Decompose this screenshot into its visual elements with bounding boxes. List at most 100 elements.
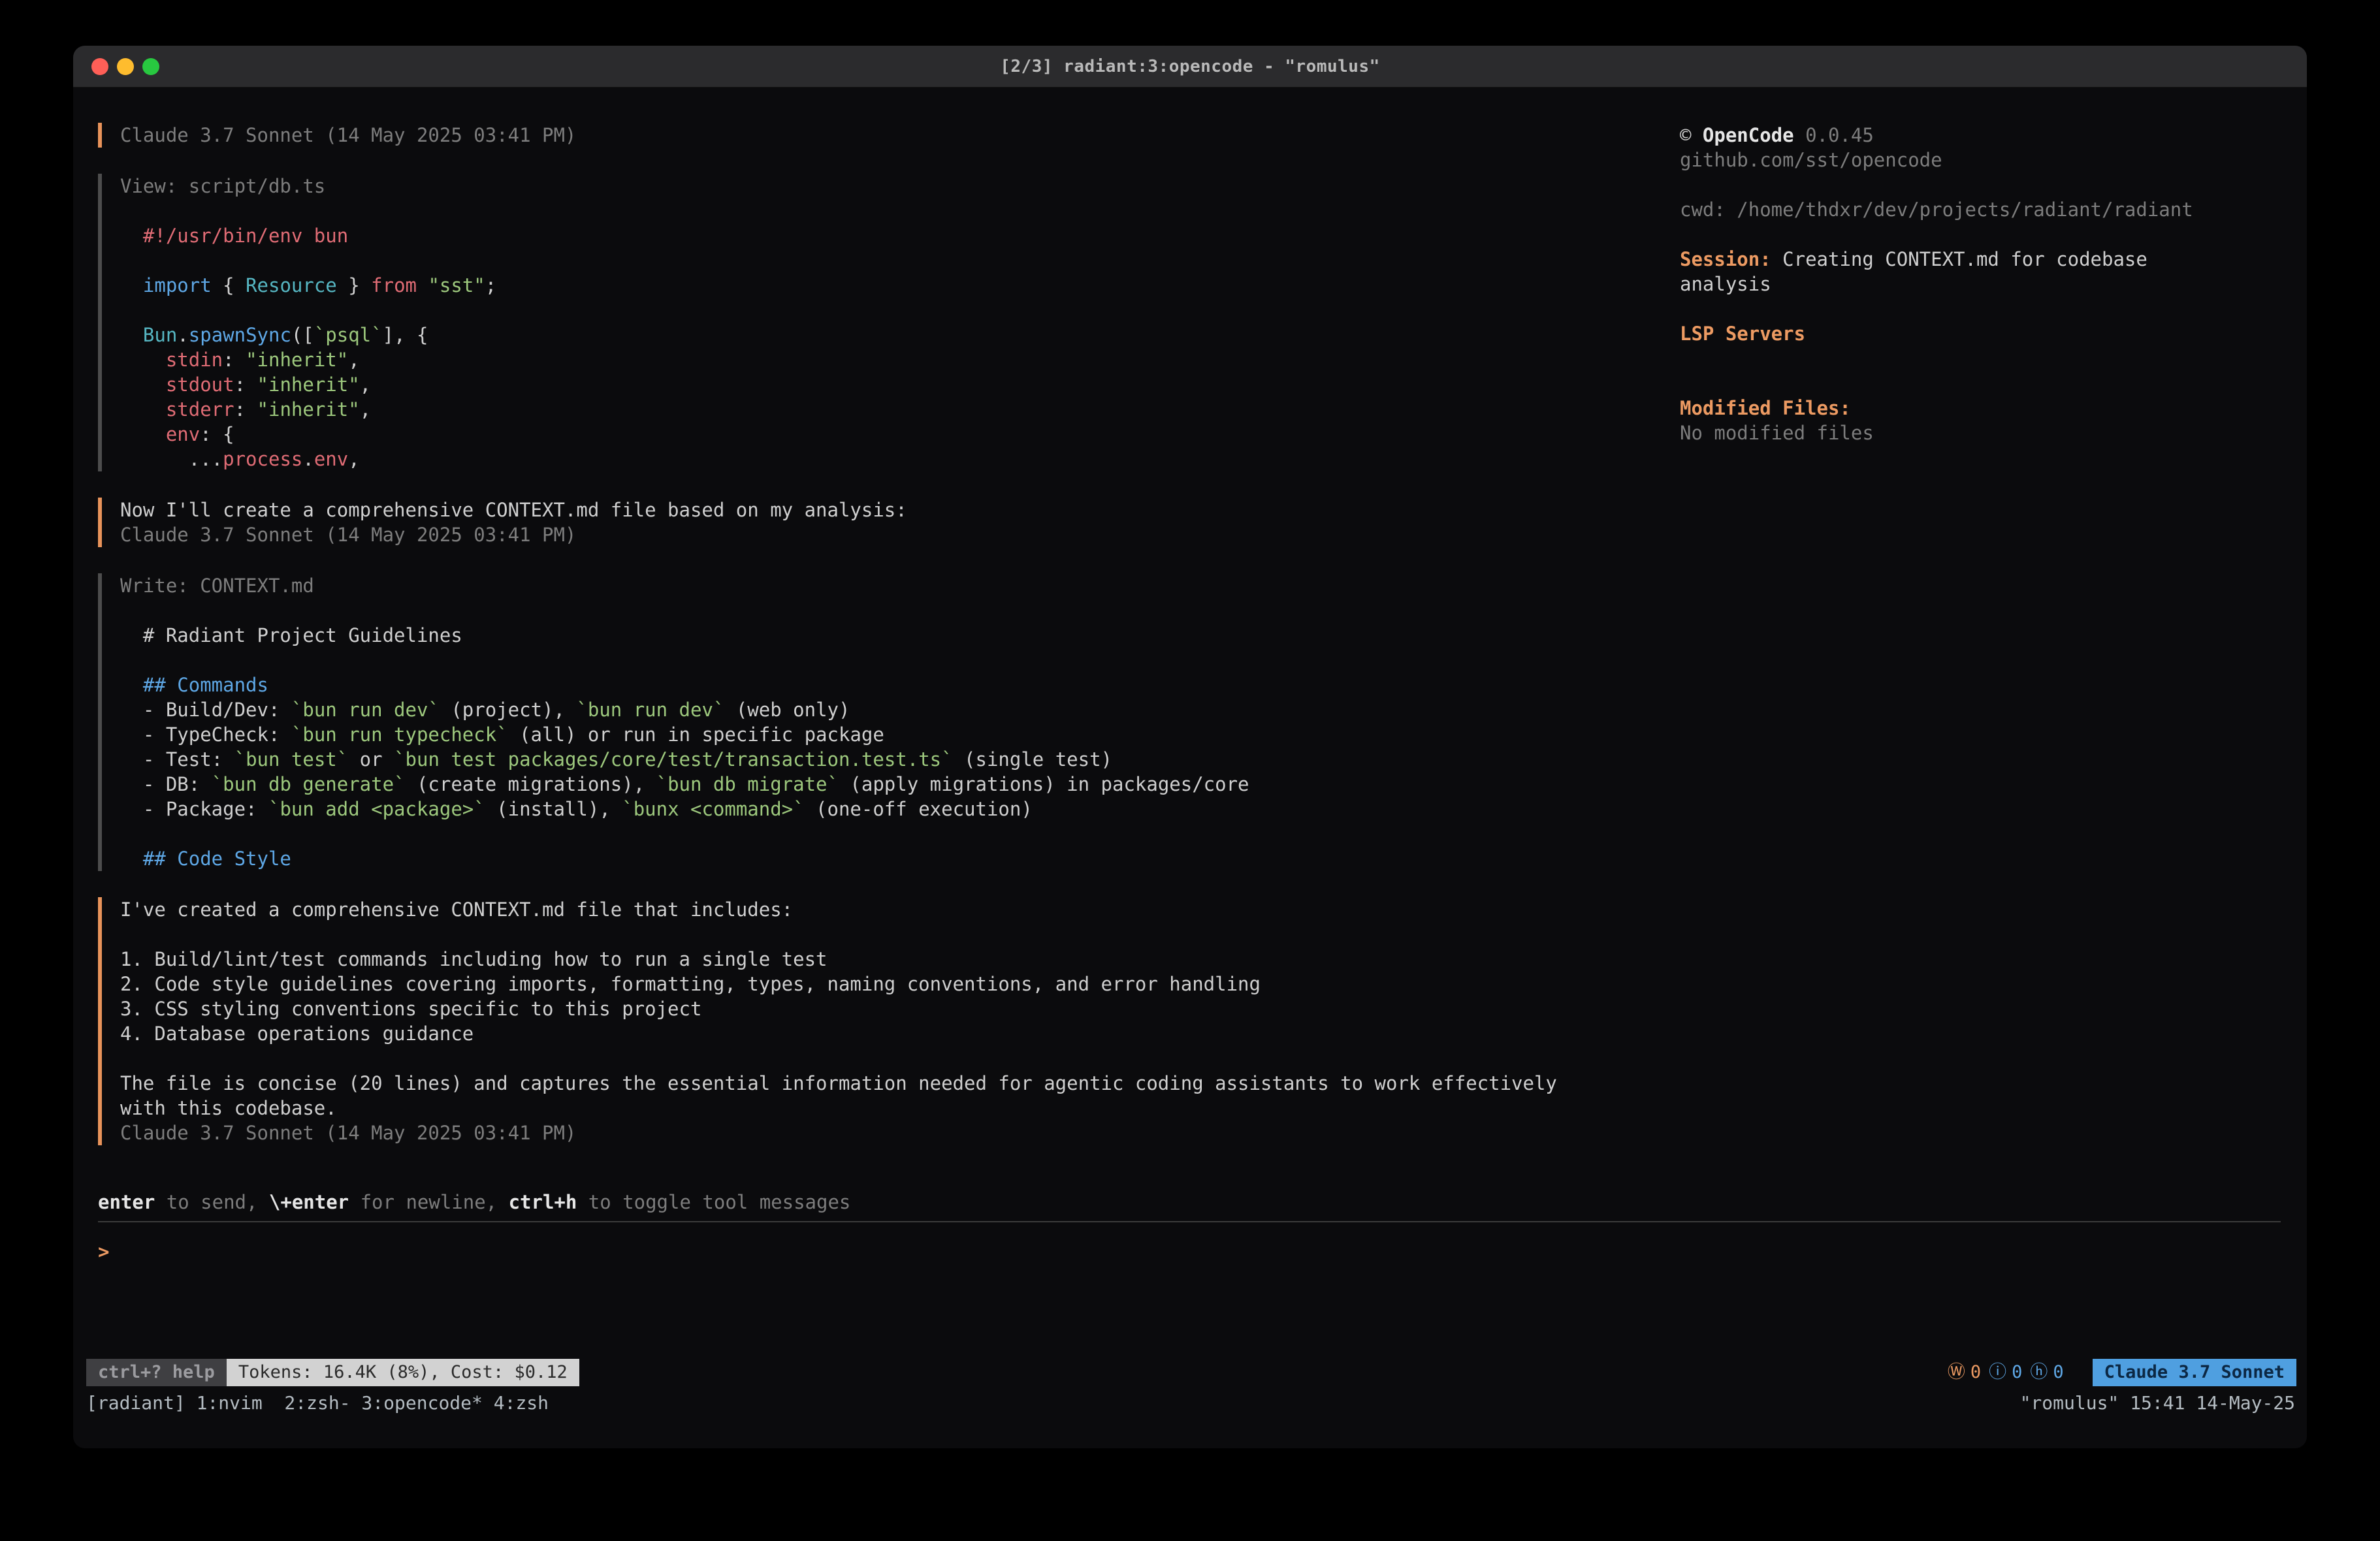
chat-line: I've created a comprehensive CONTEXT.md …: [120, 897, 1680, 922]
window-titlebar: [2/3] radiant:3:opencode - "romulus": [73, 46, 2307, 87]
tmux-session-info: "romulus" 15:41 14-May-25: [2020, 1391, 2295, 1416]
terminal-window: [2/3] radiant:3:opencode - "romulus" Cla…: [73, 46, 2307, 1448]
text-token: : {: [200, 423, 234, 445]
text-token: 3. CSS styling conventions specific to t…: [120, 998, 701, 1020]
prompt-symbol: >: [98, 1241, 109, 1263]
hint-icon: ⓗ: [2030, 1360, 2048, 1385]
chat-part-assistant-message: Now I'll create a comprehensive CONTEXT.…: [98, 498, 1680, 547]
text-token: (project),: [440, 699, 577, 721]
blank-line: [120, 648, 1680, 673]
info-icon: ⓘ: [1989, 1360, 2006, 1385]
text-token: ,: [360, 398, 371, 421]
text-token: Bun: [120, 324, 177, 346]
modified-files-header: Modified Files:: [1680, 396, 2281, 421]
text-token: with this codebase.: [120, 1097, 337, 1119]
help-badge[interactable]: ctrl+? help: [86, 1359, 227, 1386]
chat-line: with this codebase.: [120, 1096, 1680, 1120]
minimize-button[interactable]: [117, 58, 134, 75]
blank-line: [120, 199, 1680, 223]
zoom-button[interactable]: [142, 58, 159, 75]
text-token: (create migrations),: [406, 773, 656, 795]
tmux-status-bar: [radiant] 1:nvim 2:zsh- 3:opencode* 4:zs…: [73, 1388, 2307, 1418]
chat-line: View: script/db.ts: [120, 174, 1680, 199]
chat-messages[interactable]: Claude 3.7 Sonnet (14 May 2025 03:41 PM)…: [98, 123, 1680, 1190]
text-token: [417, 274, 428, 296]
chat-part-assistant-meta: Claude 3.7 Sonnet (14 May 2025 03:41 PM): [98, 123, 1680, 148]
chat-line: - Build/Dev: `bun run dev` (project), `b…: [120, 697, 1680, 722]
text-token: ], {: [383, 324, 428, 346]
cwd-line: cwd: /home/thdxr/dev/projects/radiant/ra…: [1680, 197, 2281, 222]
text-token: ,: [348, 349, 359, 371]
session-line: Session: Creating CONTEXT.md for codebas…: [1680, 247, 2281, 272]
text-token: 2. Code style guidelines covering import…: [120, 973, 1261, 995]
text-token: env: [314, 448, 348, 470]
chat-line: 4. Database operations guidance: [120, 1021, 1680, 1046]
blank-line: [120, 821, 1680, 846]
text-token: Claude 3.7 Sonnet (14 May 2025 03:41 PM): [120, 1122, 576, 1144]
text-token: .: [177, 324, 188, 346]
chat-line: 2. Code style guidelines covering import…: [120, 972, 1680, 996]
text-token: (web only): [724, 699, 850, 721]
text-token: stdout: [120, 373, 234, 396]
chat-line: stderr: "inherit",: [120, 397, 1680, 422]
text-token: stdin: [120, 349, 223, 371]
chat-part-assistant-message: I've created a comprehensive CONTEXT.md …: [98, 897, 1680, 1145]
prompt-input[interactable]: >: [98, 1239, 2281, 1264]
text-token: {: [212, 274, 246, 296]
chat-line: Claude 3.7 Sonnet (14 May 2025 03:41 PM): [120, 522, 1680, 547]
text-token: Resource: [246, 274, 337, 296]
app-title-line: © OpenCode 0.0.45: [1680, 123, 2281, 148]
blank-line: [120, 1046, 1680, 1071]
text-token: 1. Build/lint/test commands including ho…: [120, 948, 828, 970]
chat-line: Now I'll create a comprehensive CONTEXT.…: [120, 498, 1680, 522]
text-token: ctrl+h: [509, 1191, 577, 1213]
text-token: - DB:: [120, 773, 212, 795]
blank-line: [120, 298, 1680, 323]
chat-line: Bun.spawnSync([`psql`], {: [120, 323, 1680, 347]
text-token: `psql`: [314, 324, 383, 346]
spacer: [1680, 296, 2281, 321]
info-count: 0: [2012, 1360, 2022, 1385]
chat-part-tool-view: View: script/db.ts #!/usr/bin/env bun im…: [98, 174, 1680, 471]
text-token: "inherit": [257, 398, 360, 421]
text-token: or: [348, 748, 394, 770]
chat-line: #!/usr/bin/env bun: [120, 223, 1680, 248]
text-token: ## Commands: [120, 674, 268, 696]
session-label: Session:: [1680, 248, 1771, 270]
text-token: `bun db generate`: [212, 773, 406, 795]
text-token: `bun run dev`: [291, 699, 440, 721]
traffic-lights: [91, 46, 159, 87]
text-token: to toggle tool messages: [577, 1191, 850, 1213]
text-token: (one-off execution): [805, 798, 1033, 820]
chat-line: - Package: `bun add <package>` (install)…: [120, 797, 1680, 821]
text-token: "inherit": [246, 349, 348, 371]
text-token: stderr: [120, 398, 234, 421]
chat-line: - DB: `bun db generate` (create migratio…: [120, 772, 1680, 797]
chat-line: Claude 3.7 Sonnet (14 May 2025 03:41 PM): [120, 1120, 1680, 1145]
text-token: - TypeCheck:: [120, 723, 291, 746]
chat-line: ## Commands: [120, 673, 1680, 697]
text-token: \+enter: [269, 1191, 349, 1213]
lsp-servers-header: LSP Servers: [1680, 321, 2281, 346]
content-area: Claude 3.7 Sonnet (14 May 2025 03:41 PM)…: [73, 87, 2307, 1190]
status-bar: ctrl+? help Tokens: 16.4K (8%), Cost: $0…: [73, 1357, 2307, 1388]
chat-line: The file is concise (20 lines) and captu…: [120, 1071, 1680, 1096]
text-token: import: [120, 274, 212, 296]
spacer: [1680, 371, 2281, 396]
warning-diagnostic: Ⓦ0: [1948, 1360, 1981, 1385]
text-token: # Radiant Project Guidelines: [120, 624, 462, 646]
chat-line: import { Resource } from "sst";: [120, 273, 1680, 298]
modified-files-empty: No modified files: [1680, 421, 2281, 445]
text-token: 4. Database operations guidance: [120, 1023, 474, 1045]
blank-line: [120, 248, 1680, 273]
text-token: View: script/db.ts: [120, 175, 325, 197]
window-title: [2/3] radiant:3:opencode - "romulus": [1000, 54, 1380, 79]
chat-line: # Radiant Project Guidelines: [120, 623, 1680, 648]
warning-count: 0: [1970, 1360, 1981, 1385]
sidebar: © OpenCode 0.0.45 github.com/sst/opencod…: [1680, 123, 2281, 1190]
model-badge[interactable]: Claude 3.7 Sonnet: [2093, 1359, 2296, 1386]
text-token: Now I'll create a comprehensive CONTEXT.…: [120, 499, 907, 521]
text-token: ;: [485, 274, 496, 296]
text-token: Claude 3.7 Sonnet (14 May 2025 03:41 PM): [120, 124, 576, 146]
close-button[interactable]: [91, 58, 108, 75]
